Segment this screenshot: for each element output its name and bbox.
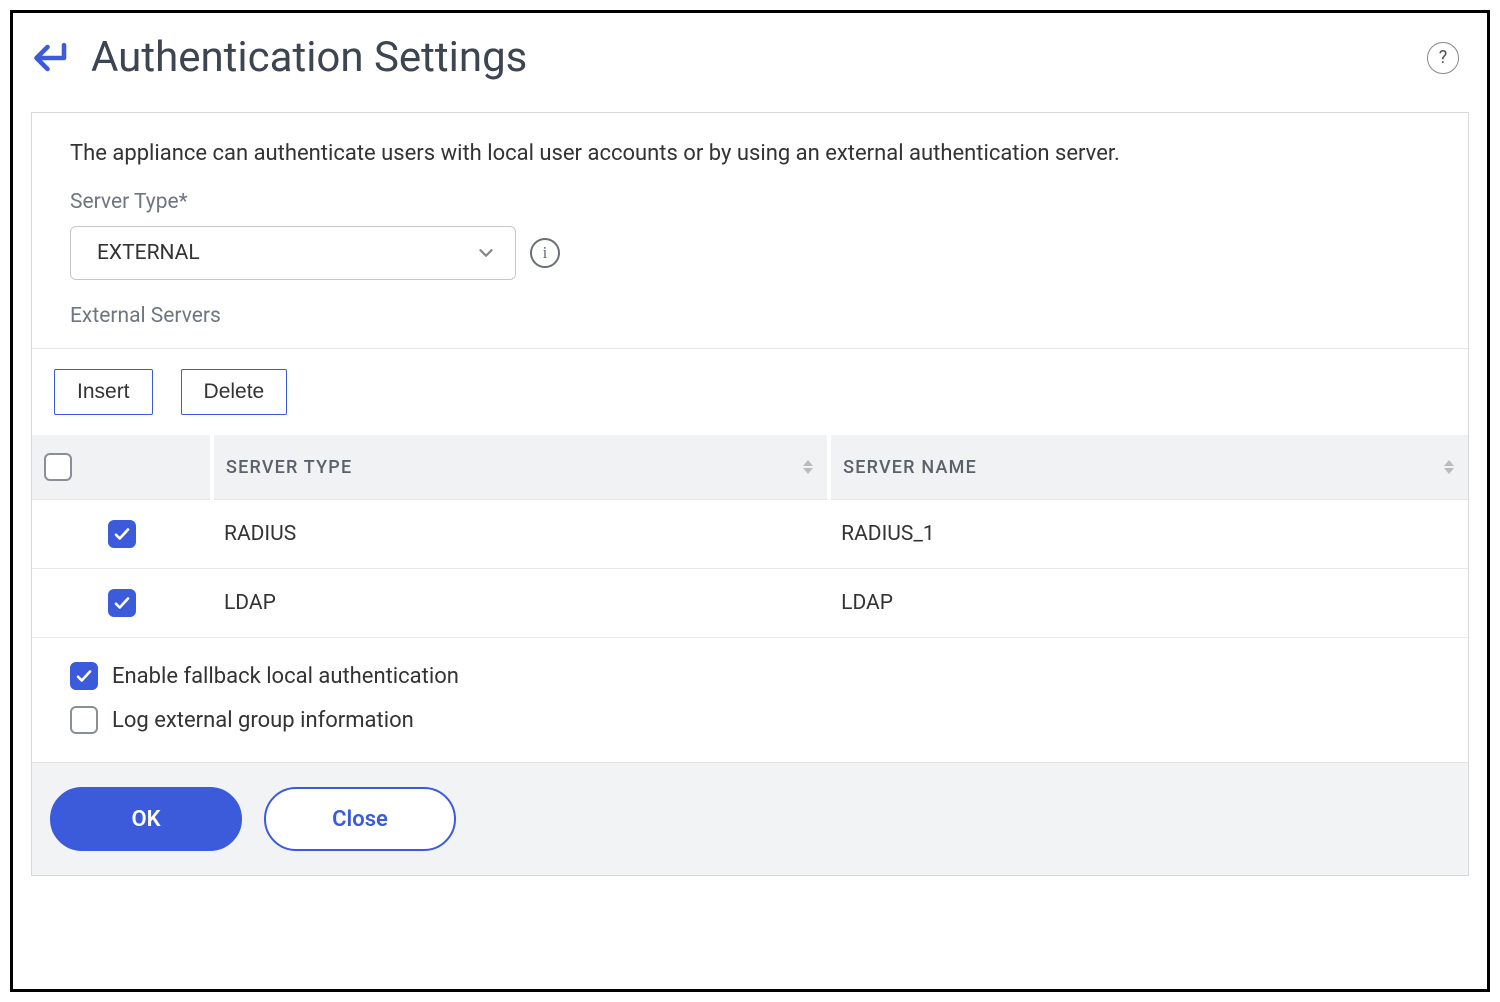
server-type-row: EXTERNAL i: [70, 226, 1430, 280]
cell-server-name: RADIUS_1: [829, 500, 1468, 569]
close-button[interactable]: Close: [264, 787, 456, 851]
external-servers-label: External Servers: [70, 304, 1430, 328]
server-type-value: EXTERNAL: [97, 241, 200, 265]
page-title: Authentication Settings: [91, 33, 1411, 82]
table-toolbar: Insert Delete: [32, 348, 1468, 435]
chevron-down-icon: [475, 242, 497, 264]
fallback-label: Enable fallback local authentication: [112, 664, 459, 689]
header: Authentication Settings ?: [31, 33, 1469, 82]
table-row[interactable]: LDAP LDAP: [32, 569, 1468, 638]
options-section: Enable fallback local authentication Log…: [32, 638, 1468, 762]
panel-content: The appliance can authenticate users wit…: [32, 113, 1468, 348]
cell-server-name: LDAP: [829, 569, 1468, 638]
row-checkbox[interactable]: [108, 520, 136, 548]
back-icon[interactable]: [31, 36, 75, 80]
fallback-option[interactable]: Enable fallback local authentication: [70, 654, 1430, 698]
log-group-label: Log external group information: [112, 708, 414, 733]
cell-server-type: LDAP: [212, 569, 829, 638]
settings-panel: The appliance can authenticate users wit…: [31, 112, 1469, 876]
fallback-checkbox[interactable]: [70, 662, 98, 690]
info-icon[interactable]: i: [530, 238, 560, 268]
column-header-type[interactable]: SERVER TYPE: [212, 435, 829, 500]
sort-icon: [1444, 460, 1454, 474]
column-header-select: [32, 435, 212, 500]
description-text: The appliance can authenticate users wit…: [70, 141, 1430, 166]
servers-table: SERVER TYPE SERVER NAME: [32, 435, 1468, 638]
select-all-checkbox[interactable]: [44, 453, 72, 481]
log-group-checkbox[interactable]: [70, 706, 98, 734]
dialog-frame: Authentication Settings ? The appliance …: [10, 10, 1490, 992]
delete-button[interactable]: Delete: [181, 369, 288, 415]
cell-server-type: RADIUS: [212, 500, 829, 569]
sort-icon: [803, 460, 813, 474]
ok-button[interactable]: OK: [50, 787, 242, 851]
help-icon[interactable]: ?: [1427, 42, 1459, 74]
log-group-option[interactable]: Log external group information: [70, 698, 1430, 742]
server-type-label: Server Type*: [70, 190, 1430, 214]
table-row[interactable]: RADIUS RADIUS_1: [32, 500, 1468, 569]
row-checkbox[interactable]: [108, 589, 136, 617]
column-header-name[interactable]: SERVER NAME: [829, 435, 1468, 500]
insert-button[interactable]: Insert: [54, 369, 153, 415]
dialog-footer: OK Close: [32, 762, 1468, 875]
server-type-select[interactable]: EXTERNAL: [70, 226, 516, 280]
